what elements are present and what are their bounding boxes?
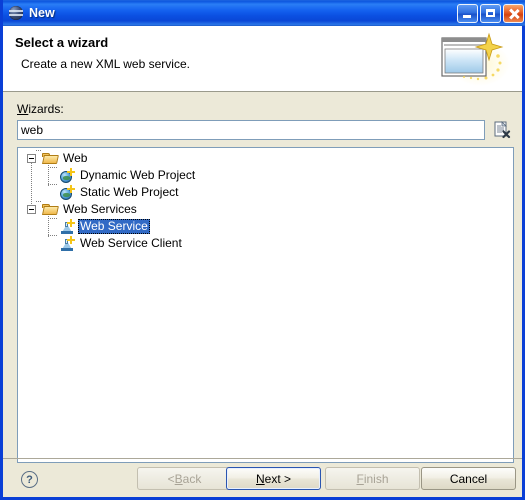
close-button[interactable] xyxy=(503,3,524,23)
title-bar[interactable]: New xyxy=(3,0,525,26)
folder-icon xyxy=(42,151,59,167)
tree-connector xyxy=(48,235,57,236)
tree-item-label: Static Web Project xyxy=(80,185,179,199)
minimize-button[interactable] xyxy=(457,3,478,23)
cancel-button-label: Cancel xyxy=(449,471,488,486)
web-project-icon xyxy=(59,184,75,201)
help-icon[interactable]: ? xyxy=(21,471,38,488)
page-title: Select a wizard xyxy=(15,35,109,50)
next-button-post: ext > xyxy=(264,471,292,486)
next-button-mnemonic: N xyxy=(255,471,265,486)
new-wizard-dialog: New Select a wizard Create a new XML web… xyxy=(0,0,525,500)
finish-button-mnemonic: F xyxy=(356,471,364,486)
tree-item-dynamic-web-project[interactable]: Dynamic Web Project xyxy=(59,167,197,184)
tree-item-label: Web xyxy=(63,151,88,165)
new-wizard-banner-icon xyxy=(441,32,510,86)
wizard-body: Wizards: web Web Dynamic Web Project Sta… xyxy=(3,92,522,497)
back-button-mnemonic: B xyxy=(174,471,183,486)
button-bar: ? < Back Next > Finish Cancel xyxy=(3,459,522,500)
tree-item-web-service-client[interactable]: Web Service Client xyxy=(59,235,184,252)
web-service-icon xyxy=(59,235,75,252)
tree-item-label: Web Service Client xyxy=(80,236,182,250)
back-button-pre: < xyxy=(167,471,175,486)
tree-item-web-services[interactable]: Web Services xyxy=(42,201,139,218)
tree-item-web[interactable]: Web xyxy=(42,150,89,167)
wizard-tree[interactable]: Web Dynamic Web Project Static Web Proje… xyxy=(17,147,514,463)
tree-connector xyxy=(48,167,57,168)
window-controls xyxy=(455,3,524,23)
web-service-icon xyxy=(59,218,75,235)
next-button[interactable]: Next > xyxy=(226,467,321,490)
finish-button[interactable]: Finish xyxy=(325,467,420,490)
folder-icon xyxy=(42,202,59,218)
web-project-icon xyxy=(59,167,75,184)
wizard-filter-input[interactable] xyxy=(17,120,485,140)
back-button-post: ack xyxy=(182,471,202,486)
page-description: Create a new XML web service. xyxy=(21,57,190,71)
tree-item-label: Web Services xyxy=(63,202,137,216)
window-title: New xyxy=(29,6,55,20)
wizards-label-rest: izards: xyxy=(28,102,64,116)
finish-button-post: inish xyxy=(363,471,389,486)
tree-item-static-web-project[interactable]: Static Web Project xyxy=(59,184,180,201)
back-button[interactable]: < Back xyxy=(137,467,232,490)
wizards-label: Wizards: xyxy=(17,102,64,116)
wizards-label-mnemonic: W xyxy=(17,102,29,116)
tree-expander-web[interactable] xyxy=(27,154,36,163)
tree-item-label: Web Service xyxy=(78,219,150,234)
tree-connector xyxy=(48,184,57,185)
tree-connector xyxy=(48,218,57,219)
clear-filter-icon[interactable] xyxy=(492,120,512,140)
tree-item-web-service[interactable]: Web Service xyxy=(59,218,150,235)
eclipse-globe-icon xyxy=(8,5,24,21)
maximize-button[interactable] xyxy=(480,3,501,23)
cancel-button[interactable]: Cancel xyxy=(421,467,516,490)
tree-item-label: Dynamic Web Project xyxy=(80,168,196,182)
wizard-header: Select a wizard Create a new XML web ser… xyxy=(3,26,522,92)
tree-expander-web-services[interactable] xyxy=(27,205,36,214)
